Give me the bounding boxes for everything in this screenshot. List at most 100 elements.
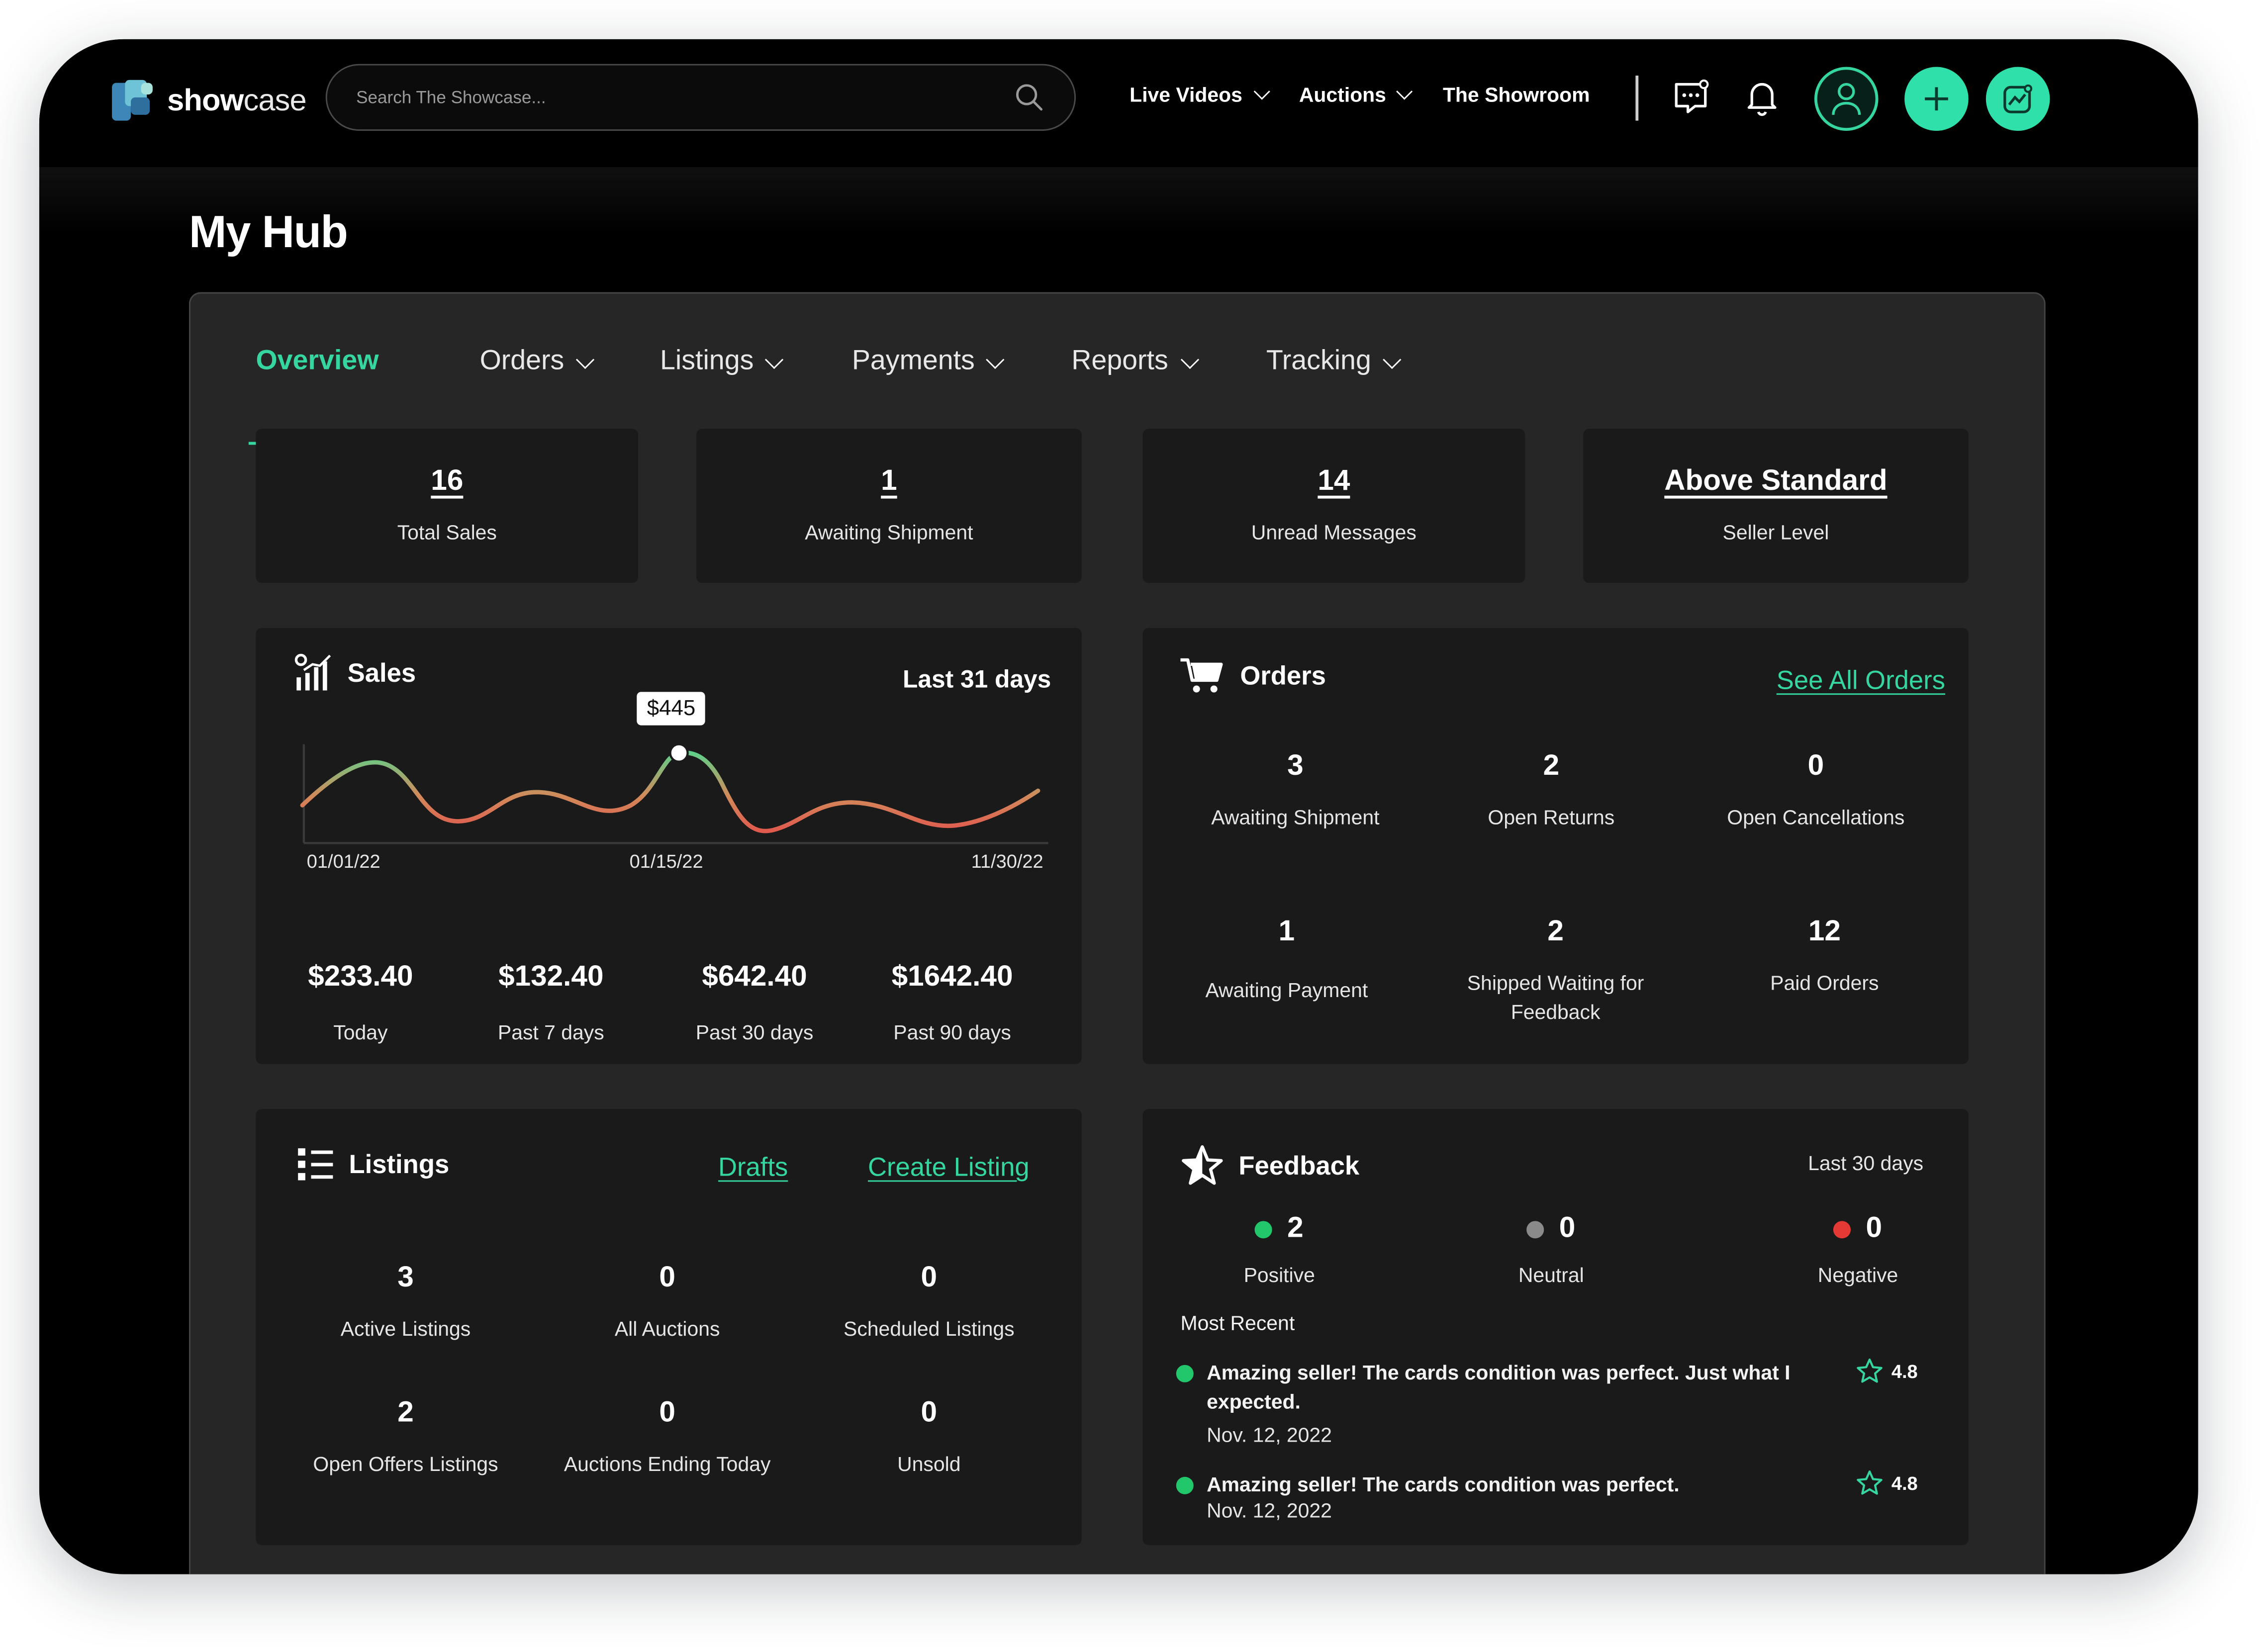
feedback-range: Last 30 days	[1808, 1151, 1924, 1175]
feedback-card: Feedback Last 30 days 2 Positive 0 Neutral…	[1142, 1109, 1969, 1546]
listings-scheduled[interactable]: 0 Scheduled Listings	[813, 1262, 1045, 1343]
review-text: Amazing seller! The cards condition was …	[1207, 1472, 1680, 1496]
logo[interactable]: showcase	[112, 80, 307, 124]
sales-past-30-days: $642.40 Past 30 days	[695, 961, 814, 1044]
positive-dot-icon	[1255, 1220, 1273, 1238]
tab-overview[interactable]: Overview	[256, 346, 378, 378]
orders-card: Orders See All Orders 3 Awaiting Shipment…	[1142, 628, 1969, 1064]
notification-bell-icon[interactable]	[1742, 77, 1783, 118]
listings-active[interactable]: 3 Active Listings	[296, 1262, 514, 1343]
review-rating: 4.8	[1857, 1358, 1918, 1384]
star-icon	[1182, 1145, 1223, 1185]
negative-dot-icon	[1834, 1220, 1852, 1238]
review-text: Amazing seller! The cards condition was …	[1207, 1360, 1791, 1413]
plus-icon	[1925, 87, 1948, 111]
sales-past-90-days: $1642.40 Past 90 days	[891, 961, 1013, 1044]
listings-card: Listings Drafts Create Listing 3 Active L…	[256, 1109, 1082, 1546]
hub-panel: Overview Orders Listings Payments Report…	[189, 292, 2046, 1574]
nav-auctions[interactable]: Auctions	[1299, 83, 1414, 106]
stat-label: Unread Messages	[1251, 520, 1417, 544]
listings-open-offers[interactable]: 2 Open Offers Listings	[289, 1397, 522, 1478]
review-rating: 4.8	[1857, 1469, 1918, 1496]
chevron-down-icon	[1397, 83, 1414, 100]
messages-icon[interactable]	[1671, 77, 1711, 118]
chevron-down-icon	[1180, 350, 1199, 368]
analytics-chart-icon	[2003, 84, 2033, 113]
stat-label: Awaiting Shipment	[805, 520, 973, 544]
top-navigation-bar: showcase Live Videos Auctions The Showro…	[39, 39, 2198, 168]
page-title: My Hub	[189, 206, 348, 258]
feedback-title: Feedback	[1180, 1144, 1359, 1188]
sales-card: Sales Last 31 days $445 01/01/22 01/15/2…	[256, 628, 1082, 1064]
tab-tracking[interactable]: Tracking	[1266, 346, 1402, 378]
x-axis-label: 11/30/22	[971, 850, 1043, 872]
create-listing-link[interactable]: Create Listing	[868, 1153, 1030, 1183]
orders-shipped-waiting-feedback[interactable]: 2 Shipped Waiting for Feedback	[1446, 915, 1664, 1026]
add-button[interactable]	[1904, 67, 1969, 131]
x-axis-label: 01/01/22	[306, 850, 380, 872]
orders-open-cancellations[interactable]: 0 Open Cancellations	[1700, 750, 1932, 831]
stage: showcase Live Videos Auctions The Showro…	[0, 0, 2268, 1647]
feedback-neutral[interactable]: 0 Neutral	[1479, 1212, 1624, 1286]
tab-orders[interactable]: Orders	[480, 346, 595, 378]
listings-all-auctions[interactable]: 0 All Auctions	[558, 1262, 776, 1343]
highlighted-data-point[interactable]	[669, 743, 689, 763]
listings-unsold[interactable]: 0 Unsold	[820, 1397, 1038, 1478]
feedback-negative[interactable]: 0 Negative	[1785, 1212, 1930, 1286]
sales-series-line	[300, 750, 1040, 833]
see-all-orders-link[interactable]: See All Orders	[1777, 666, 1945, 696]
tab-payments[interactable]: Payments	[852, 346, 1005, 378]
positive-dot-icon	[1176, 1476, 1194, 1494]
drafts-link[interactable]: Drafts	[718, 1153, 788, 1183]
stat-value: 16	[431, 465, 464, 497]
star-outline-icon	[1857, 1358, 1883, 1383]
nav-divider	[1635, 75, 1639, 121]
nav-showroom[interactable]: The Showroom	[1443, 83, 1590, 106]
orders-awaiting-payment[interactable]: 1 Awaiting Payment	[1178, 915, 1396, 1004]
chart-tooltip: $445	[637, 692, 706, 726]
header-shadow	[39, 167, 2198, 233]
chevron-down-icon	[1253, 83, 1270, 100]
positive-dot-icon	[1176, 1365, 1194, 1382]
app-window: showcase Live Videos Auctions The Showro…	[39, 39, 2198, 1574]
stat-seller-level[interactable]: Above Standard Seller Level	[1583, 429, 1969, 583]
logo-text: showcase	[167, 84, 306, 118]
shopping-cart-icon	[1180, 658, 1223, 693]
showcase-logo-icon	[112, 80, 156, 124]
feedback-positive[interactable]: 2 Positive	[1207, 1212, 1352, 1286]
user-icon	[1832, 83, 1861, 115]
search-bar	[325, 64, 1076, 131]
main-nav: Live Videos Auctions The Showroom	[1130, 83, 1590, 106]
listings-auctions-ending-today[interactable]: 0 Auctions Ending Today	[544, 1397, 791, 1478]
orders-title: Orders	[1179, 655, 1326, 696]
chevron-down-icon	[576, 350, 595, 368]
review-date: Nov. 12, 2022	[1207, 1498, 1332, 1522]
most-recent-label: Most Recent	[1180, 1311, 1295, 1335]
analytics-button[interactable]	[1985, 67, 2050, 131]
neutral-dot-icon	[1527, 1220, 1545, 1238]
review-item[interactable]: Amazing seller! The cards condition was …	[1176, 1469, 1932, 1534]
stat-awaiting-shipment[interactable]: 1 Awaiting Shipment	[696, 429, 1082, 583]
orders-paid[interactable]: 12 Paid Orders	[1715, 915, 1933, 997]
orders-awaiting-shipment[interactable]: 3 Awaiting Shipment	[1186, 750, 1404, 831]
stat-unread-messages[interactable]: 14 Unread Messages	[1142, 429, 1525, 583]
search-icon[interactable]	[1013, 82, 1045, 113]
review-item[interactable]: Amazing seller! The cards condition was …	[1176, 1358, 1932, 1454]
chevron-down-icon	[765, 350, 784, 368]
chevron-down-icon	[1383, 350, 1402, 368]
stat-value: 1	[881, 465, 897, 497]
user-avatar-button[interactable]	[1814, 67, 1879, 131]
search-input[interactable]	[356, 65, 996, 130]
listings-title: Listings	[296, 1147, 449, 1182]
stat-total-sales[interactable]: 16 Total Sales	[256, 429, 639, 583]
stat-label: Total Sales	[397, 520, 497, 544]
sales-past-7-days: $132.40 Past 7 days	[497, 961, 604, 1044]
sales-today: $233.40 Today	[308, 961, 413, 1044]
list-icon	[298, 1148, 333, 1181]
chevron-down-icon	[986, 350, 1005, 368]
stat-value: Above Standard	[1664, 465, 1888, 497]
tab-listings[interactable]: Listings	[660, 346, 784, 378]
tab-reports[interactable]: Reports	[1071, 346, 1199, 378]
orders-open-returns[interactable]: 2 Open Returns	[1442, 750, 1660, 831]
nav-live-videos[interactable]: Live Videos	[1130, 83, 1270, 106]
